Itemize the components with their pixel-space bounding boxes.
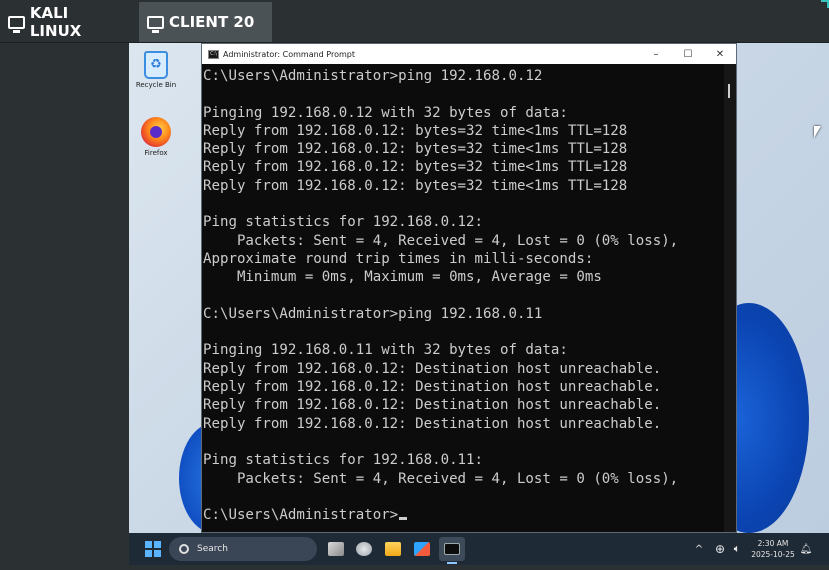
file-explorer-icon — [385, 542, 401, 556]
terminal-line: C:\Users\Administrator>ping 192.168.0.12 — [203, 68, 543, 84]
terminal-line: Packets: Sent = 4, Received = 4, Lost = … — [203, 470, 679, 487]
window-titlebar[interactable]: C:\ Administrator: Command Prompt – ☐ ✕ — [202, 44, 736, 64]
terminal-line: Minimum = 0ms, Maximum = 0ms, Average = … — [203, 269, 602, 286]
corner-accent — [821, 0, 829, 8]
terminal-line: Ping statistics for 192.168.0.12: — [203, 214, 484, 231]
clock-date: 2025-10-25 — [751, 550, 795, 559]
minimize-button[interactable]: – — [640, 44, 672, 64]
notification-bell-icon[interactable]: 🔔︎ — [799, 537, 813, 561]
terminal-line: Reply from 192.168.0.12: Destination hos… — [203, 415, 662, 432]
tab-label: CLIENT 20 — [169, 13, 255, 31]
lab-tab-bar: KALI LINUX CLIENT 20 — [0, 0, 829, 43]
side-panel — [0, 43, 129, 570]
scrollbar-thumb[interactable] — [728, 84, 730, 98]
terminal-line: C:\Users\Administrator> — [203, 506, 726, 524]
cmd-app-icon: C:\ — [208, 49, 219, 59]
tab-client-20[interactable]: CLIENT 20 — [139, 2, 272, 42]
terminal-taskbar-button[interactable] — [439, 537, 465, 564]
task-view-button[interactable] — [326, 537, 346, 561]
terminal-line: Packets: Sent = 4, Received = 4, Lost = … — [203, 232, 679, 249]
terminal-line: Pinging 192.168.0.12 with 32 bytes of da… — [203, 104, 568, 121]
mouse-pointer-icon — [814, 126, 821, 138]
monitor-icon — [8, 15, 25, 33]
desktop-icon-label: Recycle Bin — [135, 81, 177, 89]
search-icon — [179, 544, 189, 554]
task-view-icon — [328, 542, 344, 556]
taskbar-search[interactable]: Search — [169, 537, 317, 561]
tab-kali-linux[interactable]: KALI LINUX — [0, 2, 132, 42]
desktop-icon-label: Firefox — [144, 149, 168, 157]
terminal-line: Reply from 192.168.0.12: bytes=32 time<1… — [203, 177, 628, 194]
terminal-line: Pinging 192.168.0.11 with 32 bytes of da… — [203, 342, 568, 359]
bottom-strip — [0, 565, 829, 570]
terminal-line: Reply from 192.168.0.12: Destination hos… — [203, 360, 662, 377]
terminal-line: Reply from 192.168.0.12: bytes=32 time<1… — [203, 122, 628, 139]
recycle-bin-icon: ♻ — [144, 51, 168, 79]
widgets-icon — [356, 542, 372, 556]
terminal-line: Ping statistics for 192.168.0.11: — [203, 452, 484, 469]
windows-logo-icon — [144, 540, 162, 558]
window-controls: – ☐ ✕ — [640, 44, 736, 64]
terminal-output[interactable]: C:\Users\Administrator>ping 192.168.0.12… — [202, 64, 726, 532]
scrollbar[interactable] — [724, 64, 736, 532]
search-placeholder: Search — [197, 544, 228, 554]
show-hidden-icons-button[interactable]: ^ — [692, 537, 706, 561]
store-icon — [414, 542, 430, 556]
widgets-button[interactable] — [354, 537, 374, 561]
clock[interactable]: 2:30 AM 2025-10-25 — [749, 537, 797, 561]
start-button[interactable] — [141, 537, 165, 561]
window-title: Administrator: Command Prompt — [223, 49, 355, 59]
maximize-button[interactable]: ☐ — [672, 44, 704, 64]
terminal-line: Reply from 192.168.0.12: bytes=32 time<1… — [203, 159, 628, 176]
desktop-icon-recycle-bin[interactable]: ♻ Recycle Bin — [129, 51, 186, 89]
volume-icon[interactable]: 🔈︎ — [730, 537, 744, 561]
text-cursor — [399, 517, 408, 521]
terminal-line: Approximate round trip times in milli-se… — [203, 250, 594, 267]
terminal-line: Reply from 192.168.0.12: Destination hos… — [203, 397, 662, 414]
network-icon[interactable]: ⊕ — [713, 537, 727, 561]
tab-label: KALI LINUX — [29, 4, 82, 40]
clock-time: 2:30 AM — [757, 539, 789, 548]
file-explorer-button[interactable] — [383, 537, 403, 561]
store-button[interactable] — [412, 537, 432, 561]
terminal-line: C:\Users\Administrator>ping 192.168.0.11 — [203, 305, 543, 322]
terminal-icon — [444, 543, 460, 555]
firefox-icon — [141, 117, 171, 147]
close-button[interactable]: ✕ — [704, 44, 736, 64]
command-prompt-window[interactable]: C:\ Administrator: Command Prompt – ☐ ✕ … — [201, 43, 737, 533]
terminal-line: Reply from 192.168.0.12: Destination hos… — [203, 379, 662, 396]
terminal-line: Reply from 192.168.0.12: bytes=32 time<1… — [203, 141, 628, 158]
taskbar: Search ^ ⊕ 🔈︎ 2:30 AM 2025-10-25 🔔︎ — [129, 533, 829, 565]
monitor-icon — [147, 15, 164, 33]
desktop-icon-firefox[interactable]: Firefox — [129, 117, 186, 157]
